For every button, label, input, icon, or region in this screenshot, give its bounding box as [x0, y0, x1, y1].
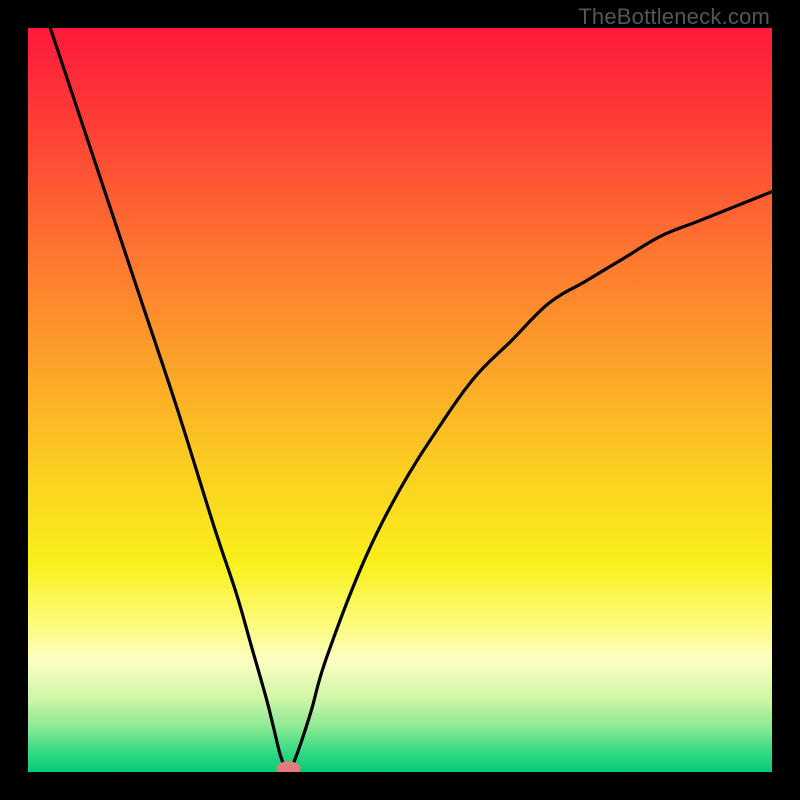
bottleneck-curve: [50, 28, 772, 772]
plot-area: [28, 28, 772, 772]
curve-layer: [28, 28, 772, 772]
chart-frame: TheBottleneck.com: [0, 0, 800, 800]
optimal-point-marker: [276, 761, 300, 772]
watermark-text: TheBottleneck.com: [578, 4, 770, 30]
